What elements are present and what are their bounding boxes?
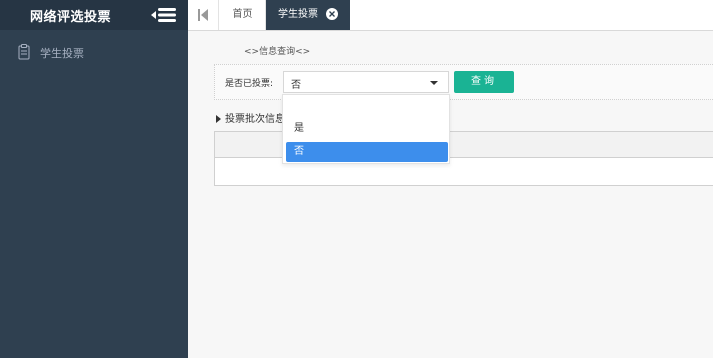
clipboard-icon (18, 44, 30, 60)
voted-filter-label: 是否已投票: (225, 79, 274, 89)
triangle-right-icon (216, 115, 221, 123)
close-icon[interactable] (326, 8, 338, 20)
breadcrumb: <>信息查询<> (244, 47, 311, 57)
option-yes[interactable]: 是 (286, 119, 448, 139)
app-title: 网络评选投票 (30, 10, 112, 25)
brand-header: 网络评选投票 (0, 0, 188, 30)
voted-select-value: 否 (291, 80, 301, 91)
skip-back-icon (198, 9, 208, 21)
section-title-text: 投票批次信息 (225, 114, 285, 125)
sidebar-item-label: 学生投票 (40, 47, 84, 60)
tab-bar: 首页 学生投票 (188, 0, 713, 31)
tab-home[interactable]: 首页 (220, 0, 266, 30)
query-button[interactable]: 查询 (454, 71, 514, 93)
section-title: 投票批次信息 (216, 110, 285, 125)
sidebar: 网络评选投票 学生投票 (0, 0, 188, 358)
voted-select[interactable]: 否 (283, 71, 449, 93)
option-no[interactable]: 否 (286, 142, 448, 162)
tab-label: 学生投票 (278, 9, 318, 20)
tab-student-vote[interactable]: 学生投票 (266, 0, 350, 30)
sidebar-item-student-vote[interactable]: 学生投票 (0, 40, 188, 64)
tab-scroll-left-button[interactable] (188, 0, 219, 30)
chevron-down-icon (430, 81, 438, 85)
main-content: <>信息查询<> 是否已投票: 否 查询 投票批次信息 (188, 31, 713, 358)
menu-toggle-icon[interactable] (151, 6, 177, 24)
voted-select-dropdown: 是 否 (282, 94, 450, 164)
